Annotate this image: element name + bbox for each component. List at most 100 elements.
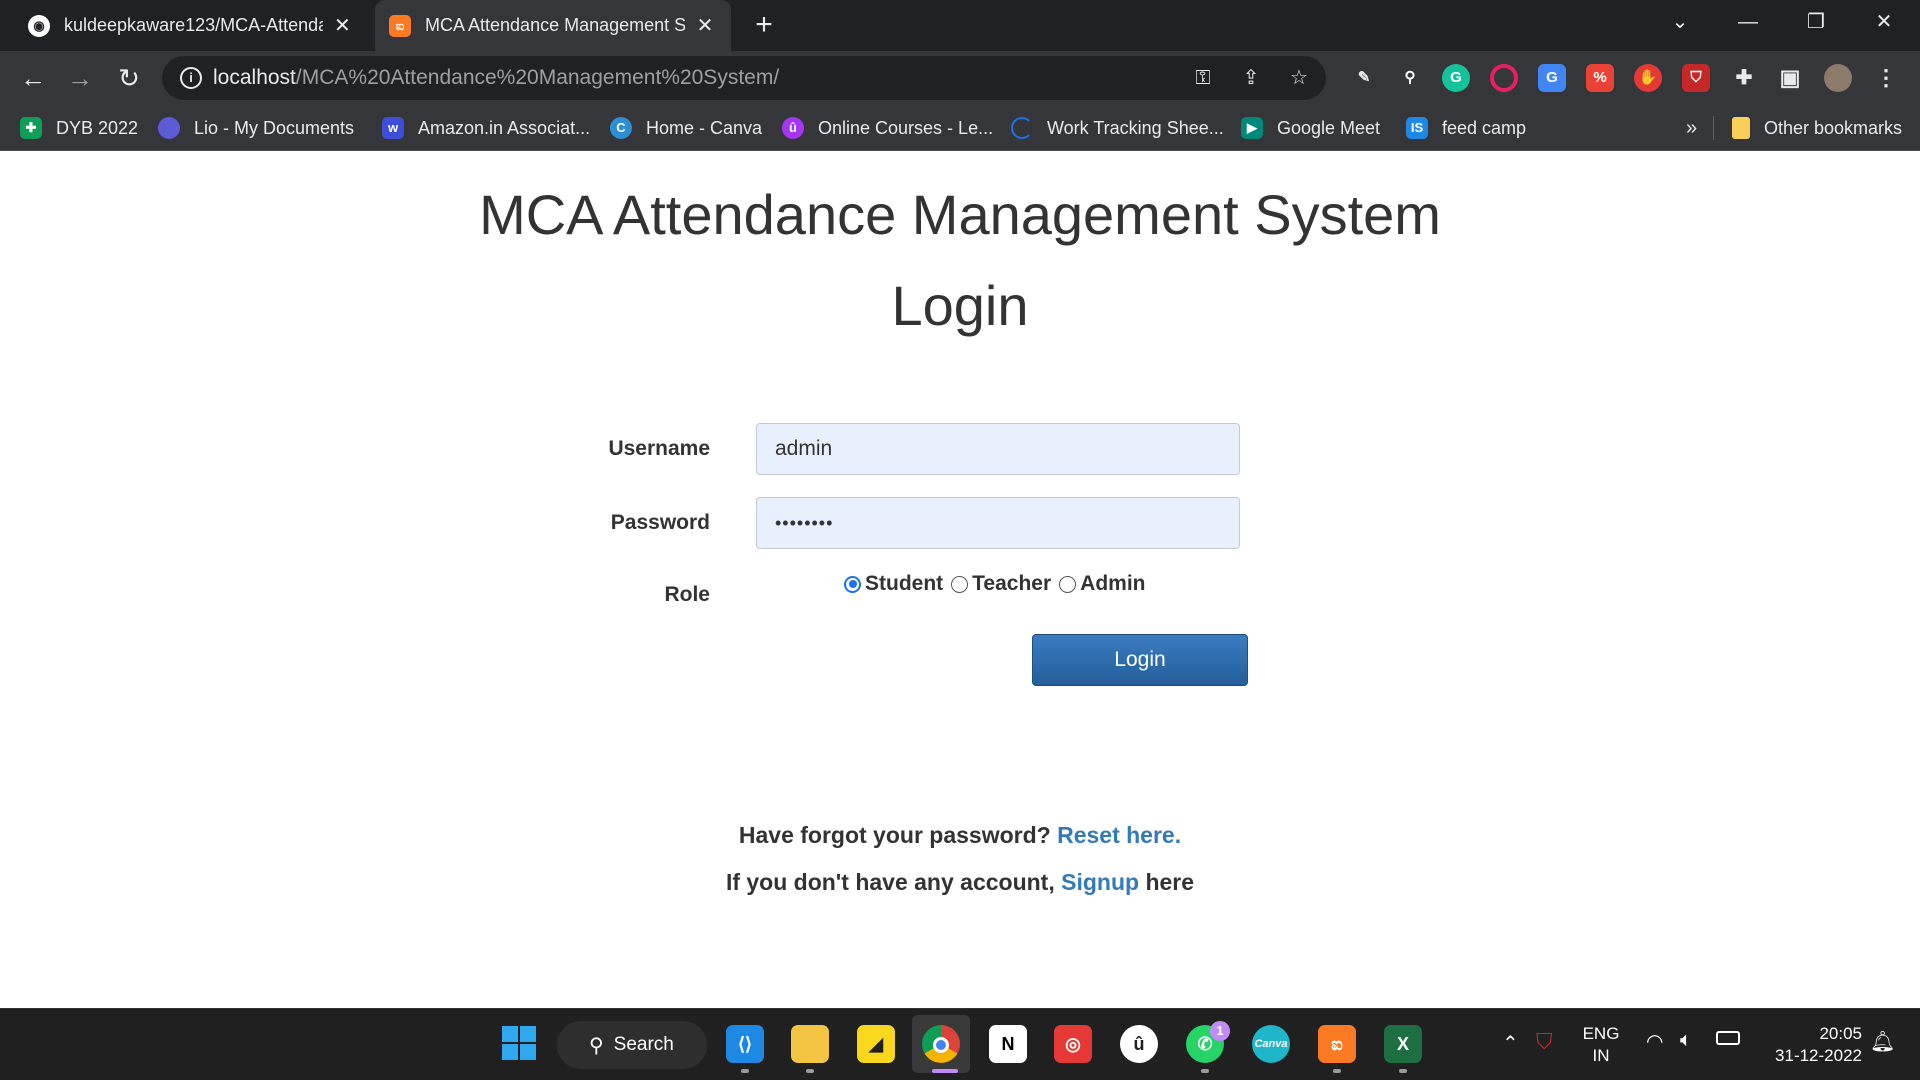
bookmark-udemy[interactable]: û Online Courses - Le...	[782, 105, 993, 151]
reset-password-link[interactable]: Reset here.	[1057, 822, 1181, 848]
udemy-app-icon[interactable]: û	[1120, 1025, 1158, 1063]
wifi-icon[interactable]: ◠	[1646, 1029, 1663, 1054]
key-icon[interactable]: ⚿	[1190, 66, 1216, 90]
username-input[interactable]	[756, 423, 1240, 475]
grammarly-icon[interactable]: G	[1442, 64, 1470, 92]
bookmarks-bar: ✚ DYB 2022 Lio - My Documents w Amazon.i…	[0, 105, 1920, 151]
canva-app-icon[interactable]: Canva	[1252, 1025, 1290, 1063]
bookmark-google-meet[interactable]: ▶ Google Meet	[1241, 105, 1380, 151]
vscode-icon[interactable]: ⟨⟩	[726, 1025, 764, 1063]
excel-icon[interactable]: X	[1384, 1025, 1422, 1063]
bookmarks-divider	[1713, 116, 1714, 140]
side-panel-icon[interactable]: ▣	[1776, 64, 1804, 92]
restore-button[interactable]: ❐	[1788, 0, 1844, 44]
url-host: localhost	[213, 66, 296, 89]
role-label: Role	[664, 583, 710, 606]
chrome-icon[interactable]	[922, 1025, 960, 1063]
bookmark-label: Amazon.in Associat...	[418, 117, 591, 138]
bookmark-star-icon[interactable]: ☆	[1286, 66, 1312, 90]
close-icon[interactable]: ✕	[333, 13, 352, 38]
new-tab-button[interactable]: +	[748, 8, 780, 42]
other-bookmarks-label: Other bookmarks	[1764, 117, 1903, 138]
bookmark-amazon[interactable]: w Amazon.in Associat...	[382, 105, 590, 151]
role-label-admin[interactable]: Admin	[1080, 572, 1145, 596]
role-radio-student[interactable]	[844, 575, 861, 593]
close-icon[interactable]: ✕	[695, 13, 715, 38]
password-input[interactable]: ••••••••	[756, 497, 1240, 549]
bookmark-work-tracking[interactable]: Work Tracking Shee...	[1011, 105, 1224, 151]
clock-time: 20:05	[1819, 1024, 1862, 1043]
url-text[interactable]: localhost/MCA%20Attendance%20Management%…	[213, 56, 779, 100]
tab-github[interactable]: ◉ kuldeepkaware123/MCA-Attendance ✕	[14, 0, 366, 51]
back-icon[interactable]: ←	[16, 61, 50, 95]
battery-icon[interactable]	[1716, 1031, 1740, 1045]
mcafee-tray-icon[interactable]: ⛉	[1536, 1029, 1553, 1055]
clock[interactable]: 20:05 31-12-2022	[1760, 1023, 1862, 1067]
search-icon: ⚲	[589, 1034, 604, 1057]
media-app-icon[interactable]: ◎	[1054, 1025, 1092, 1063]
minimize-button[interactable]: —	[1720, 0, 1776, 44]
clock-date: 31-12-2022	[1775, 1046, 1862, 1065]
bookmarks-overflow-button[interactable]: »	[1686, 105, 1697, 151]
magnifier-ext-icon[interactable]: ⚲	[1396, 64, 1424, 92]
tab-search-icon[interactable]: ⌄	[1652, 0, 1708, 44]
eyedropper-ext-icon[interactable]: ✎	[1350, 64, 1378, 92]
tab-title: MCA Attendance Management System	[425, 15, 685, 35]
signup-prefix: If you don't have any account,	[725, 869, 1055, 895]
tab-attendance[interactable]: ಐ MCA Attendance Management System ✕	[375, 0, 731, 51]
signup-suffix: here	[1145, 869, 1195, 895]
login-button[interactable]: Login	[1032, 634, 1248, 686]
role-radio-teacher[interactable]	[951, 575, 969, 593]
menu-icon[interactable]: ⋮	[1872, 64, 1900, 92]
reload-icon[interactable]: ↻	[112, 61, 146, 95]
forward-icon[interactable]: →	[63, 61, 97, 95]
xampp-app-icon[interactable]: ಐ	[1318, 1025, 1356, 1063]
page-content: MCA Attendance Management System Login U…	[0, 152, 1920, 1008]
extensions-icon[interactable]: ✚	[1730, 64, 1758, 92]
close-window-button[interactable]: ✕	[1856, 0, 1912, 44]
color-picker-icon[interactable]	[1490, 64, 1518, 92]
loading-icon	[1011, 117, 1033, 139]
bookmark-label: Google Meet	[1277, 117, 1381, 138]
address-bar[interactable]: i localhost/MCA%20Attendance%20Managemen…	[162, 56, 1326, 100]
signup-link[interactable]: Signup	[1061, 869, 1139, 895]
role-radio-admin[interactable]	[1059, 575, 1077, 593]
running-indicator	[932, 1069, 958, 1073]
role-label-teacher[interactable]: Teacher	[972, 572, 1051, 596]
share-icon[interactable]: ⇪	[1238, 66, 1264, 90]
mcafee-ext-icon[interactable]: ⛉	[1682, 64, 1710, 92]
other-bookmarks[interactable]: Other bookmarks	[1732, 105, 1902, 151]
lio-icon	[158, 117, 180, 139]
tray-overflow-icon[interactable]: ⌃	[1502, 1031, 1519, 1056]
browser-tabstrip: ◉ kuldeepkaware123/MCA-Attendance ✕ ಐ MC…	[0, 0, 1920, 51]
adblock-icon[interactable]: ✋	[1634, 64, 1662, 92]
file-explorer-icon[interactable]	[791, 1025, 829, 1063]
bookmark-label: Online Courses - Le...	[818, 117, 994, 138]
taskbar-search[interactable]: ⚲ Search	[557, 1021, 707, 1069]
bookmark-canva[interactable]: C Home - Canva	[610, 105, 762, 151]
whatsapp-badge: 1	[1210, 1021, 1230, 1041]
bookmark-dyb[interactable]: ✚ DYB 2022	[20, 105, 138, 151]
role-label-student[interactable]: Student	[865, 572, 943, 596]
google-translate-icon[interactable]: G	[1538, 64, 1566, 92]
notifications-icon[interactable]: 🔔︎	[1870, 1029, 1895, 1054]
login-heading: Login	[891, 274, 1029, 337]
forgot-text: Have forgot your password?	[738, 822, 1051, 848]
volume-icon[interactable]: 🔈︎	[1680, 1029, 1692, 1052]
udemy-icon: û	[782, 117, 804, 139]
notion-icon[interactable]: N	[989, 1025, 1027, 1063]
windows-start-icon[interactable]	[500, 1025, 538, 1063]
bookmark-label: Work Tracking Shee...	[1047, 117, 1224, 138]
sticky-notes-icon[interactable]: ◢	[857, 1025, 895, 1063]
percent-ext-icon[interactable]: %	[1586, 64, 1614, 92]
bookmark-lio[interactable]: Lio - My Documents	[158, 105, 354, 151]
running-indicator	[1399, 1069, 1407, 1073]
language-indicator[interactable]: ENG IN	[1578, 1023, 1624, 1067]
site-info-icon[interactable]: i	[180, 67, 202, 89]
bookmark-feed-camp[interactable]: IS feed camp	[1406, 105, 1526, 151]
w-icon: w	[382, 117, 404, 139]
role-radio-group: Student Teacher Admin	[842, 572, 1151, 596]
bookmark-label: feed camp	[1442, 117, 1527, 138]
meet-icon: ▶	[1241, 117, 1263, 139]
profile-avatar[interactable]	[1824, 64, 1852, 92]
